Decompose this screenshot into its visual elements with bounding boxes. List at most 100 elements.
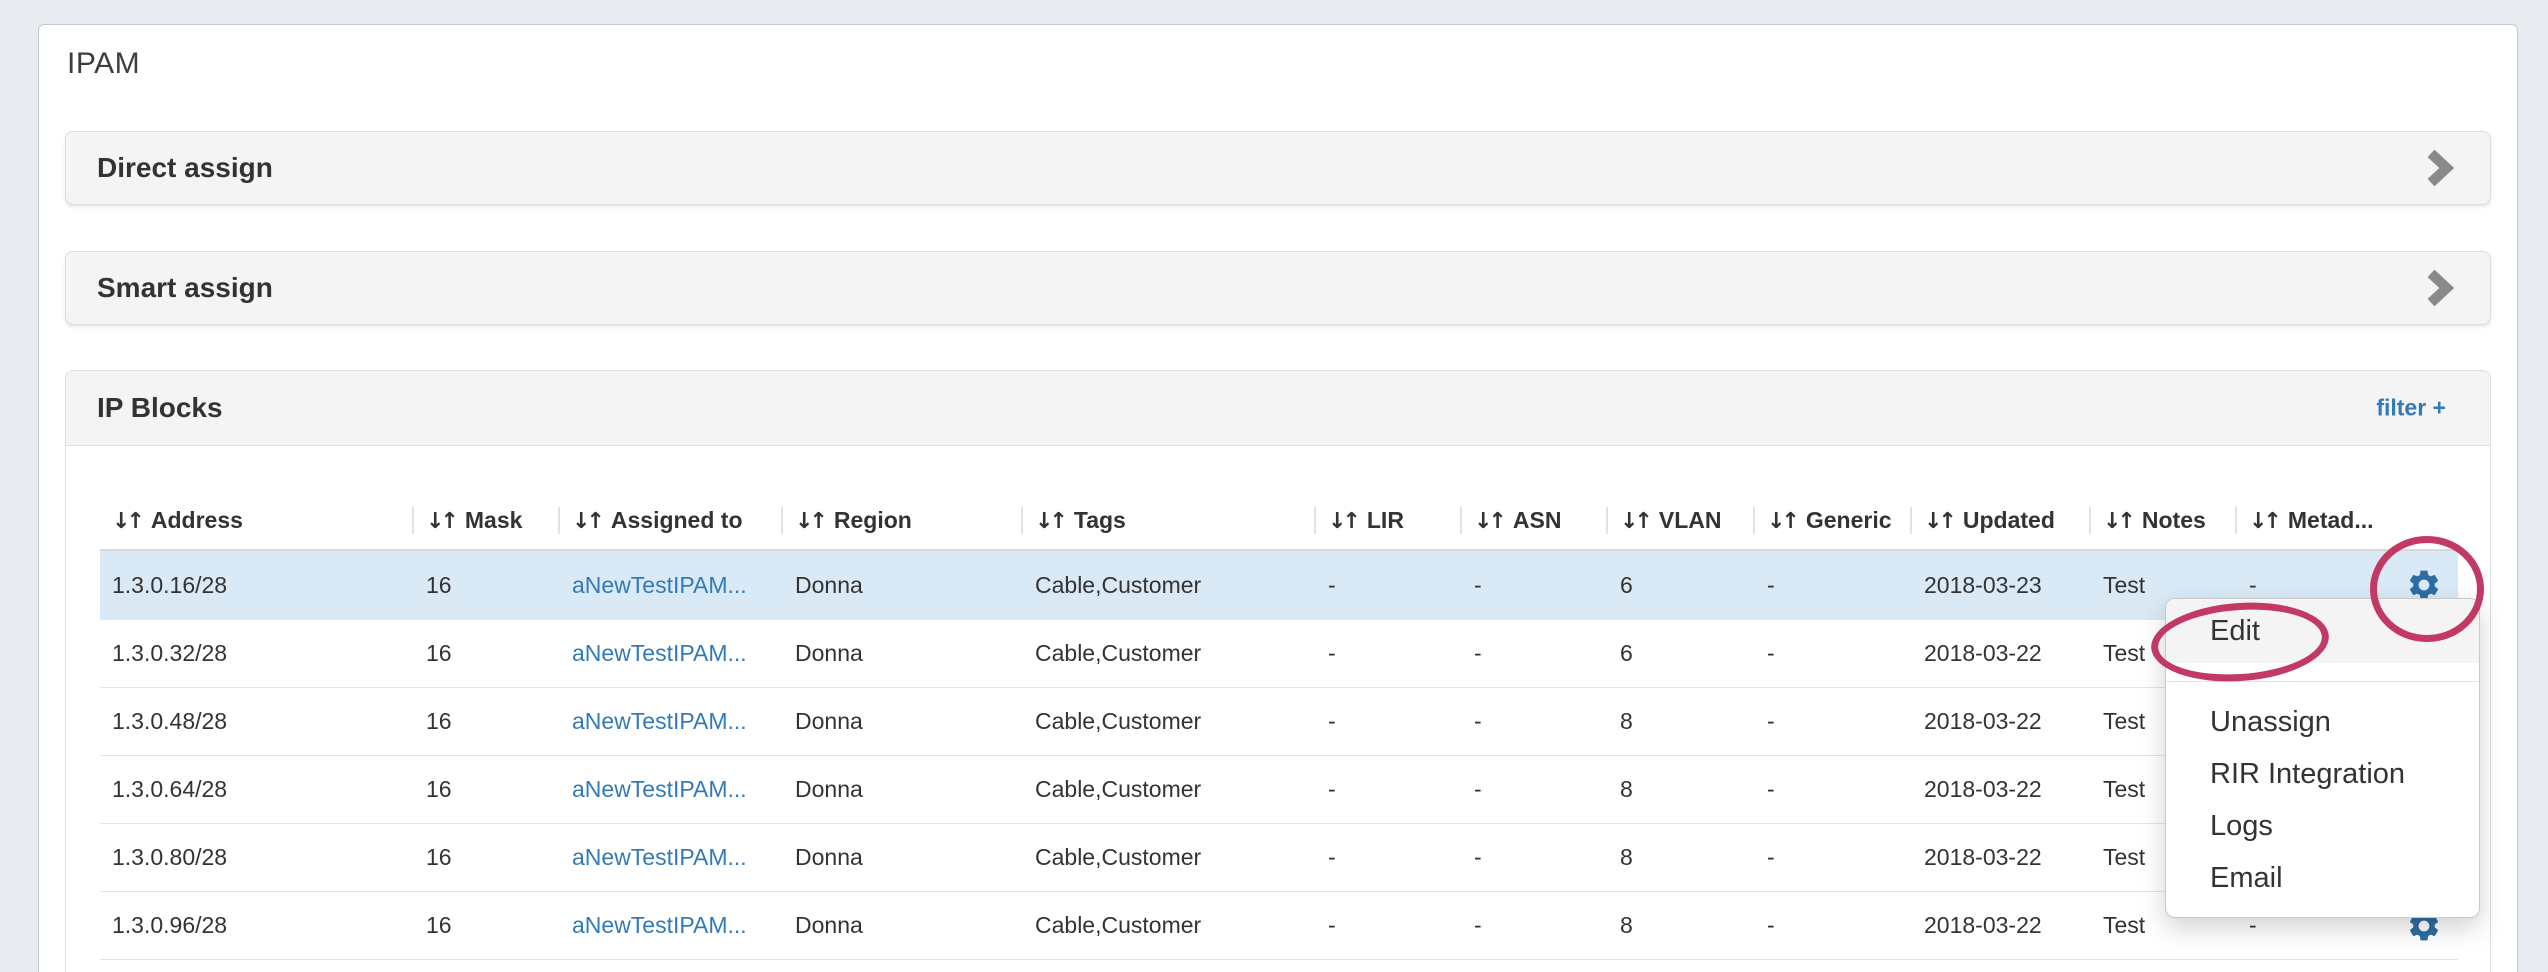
- sort-icon: ↓↑: [1620, 509, 1649, 534]
- table-row[interactable]: 1.3.0.80/28 16 aNewTestIPAM... Donna Cab…: [100, 823, 2458, 891]
- column-header-metadata[interactable]: ↓↑Metad...: [2235, 507, 2390, 534]
- cell-lir: -: [1314, 912, 1460, 939]
- direct-assign-label: Direct assign: [97, 152, 273, 184]
- assigned-to-link[interactable]: aNewTestIPAM...: [572, 572, 747, 598]
- cell-mask: 16: [412, 640, 558, 667]
- table-row[interactable]: 1.3.0.16/28 16 aNewTestIPAM... Donna Cab…: [100, 551, 2458, 619]
- cell-updated: 2018-03-22: [1910, 708, 2089, 735]
- cell-address: 1.3.0.48/28: [100, 708, 412, 735]
- column-header-address[interactable]: ↓↑Address: [100, 507, 412, 534]
- sort-icon: ↓↑: [2249, 509, 2278, 534]
- column-header-generic[interactable]: ↓↑Generic: [1753, 507, 1910, 534]
- menu-item-edit[interactable]: Edit: [2166, 599, 2479, 663]
- cell-tags: Cable,Customer: [1021, 640, 1314, 667]
- cell-region: Donna: [781, 640, 1021, 667]
- cell-region: Donna: [781, 912, 1021, 939]
- ip-blocks-panel: IP Blocks filter + ↓↑Address ↓↑Mask ↓↑As…: [65, 370, 2491, 972]
- table-row[interactable]: 1.3.0.64/28 16 aNewTestIPAM... Donna Cab…: [100, 755, 2458, 823]
- cell-updated: 2018-03-23: [1910, 572, 2089, 599]
- cell-lir: -: [1314, 776, 1460, 803]
- sort-icon: ↓↑: [572, 509, 601, 534]
- content-card: IPAM Direct assign Smart assign IP Block…: [38, 24, 2518, 972]
- cell-asn: -: [1460, 572, 1606, 599]
- column-header-notes[interactable]: ↓↑Notes: [2089, 507, 2235, 534]
- menu-item-logs[interactable]: Logs: [2166, 800, 2479, 852]
- assigned-to-link[interactable]: aNewTestIPAM...: [572, 844, 747, 870]
- sort-icon: ↓↑: [795, 509, 824, 534]
- sort-icon: ↓↑: [426, 509, 455, 534]
- cell-lir: -: [1314, 844, 1460, 871]
- assigned-to-link[interactable]: aNewTestIPAM...: [572, 776, 747, 802]
- cell-updated: 2018-03-22: [1910, 912, 2089, 939]
- chevron-right-icon: [2426, 270, 2454, 306]
- cell-generic: -: [1753, 912, 1910, 939]
- sort-icon: ↓↑: [1767, 509, 1796, 534]
- cell-address: 1.3.0.16/28: [100, 572, 412, 599]
- column-header-mask[interactable]: ↓↑Mask: [412, 507, 558, 534]
- menu-item-rir-integration[interactable]: RIR Integration: [2166, 748, 2479, 800]
- cell-metadata: -: [2235, 572, 2390, 599]
- column-header-tags[interactable]: ↓↑Tags: [1021, 507, 1314, 534]
- column-header-assigned-to[interactable]: ↓↑Assigned to: [558, 507, 781, 534]
- cell-asn: -: [1460, 776, 1606, 803]
- cell-updated: 2018-03-22: [1910, 776, 2089, 803]
- table-header-row: ↓↑Address ↓↑Mask ↓↑Assigned to ↓↑Region …: [100, 491, 2458, 551]
- cell-vlan: 8: [1606, 912, 1753, 939]
- cell-address: 1.3.0.80/28: [100, 844, 412, 871]
- filter-toggle-link[interactable]: filter +: [2376, 395, 2446, 422]
- row-actions-dropdown-menu: Edit Unassign RIR Integration Logs Email: [2165, 598, 2480, 918]
- cell-address: 1.3.0.64/28: [100, 776, 412, 803]
- sort-icon: ↓↑: [112, 509, 141, 534]
- page: { "page": { "title": "IPAM" }, "panels":…: [0, 0, 2548, 972]
- cell-mask: 16: [412, 844, 558, 871]
- assigned-to-link[interactable]: aNewTestIPAM...: [572, 912, 747, 938]
- column-header-lir[interactable]: ↓↑LIR: [1314, 507, 1460, 534]
- sort-icon: ↓↑: [1328, 509, 1357, 534]
- cell-vlan: 8: [1606, 776, 1753, 803]
- smart-assign-panel[interactable]: Smart assign: [65, 251, 2491, 325]
- column-header-asn[interactable]: ↓↑ASN: [1460, 507, 1606, 534]
- table-row[interactable]: 1.3.0.48/28 16 aNewTestIPAM... Donna Cab…: [100, 687, 2458, 755]
- cell-tags: Cable,Customer: [1021, 776, 1314, 803]
- column-header-vlan[interactable]: ↓↑VLAN: [1606, 507, 1753, 534]
- cell-generic: -: [1753, 844, 1910, 871]
- cell-vlan: 6: [1606, 640, 1753, 667]
- menu-group: Unassign RIR Integration Logs Email: [2166, 682, 2479, 904]
- cell-vlan: 6: [1606, 572, 1753, 599]
- sort-icon: ↓↑: [2103, 509, 2132, 534]
- cell-updated: 2018-03-22: [1910, 844, 2089, 871]
- cell-asn: -: [1460, 912, 1606, 939]
- column-header-region[interactable]: ↓↑Region: [781, 507, 1021, 534]
- assigned-to-link[interactable]: aNewTestIPAM...: [572, 708, 747, 734]
- cell-vlan: 8: [1606, 708, 1753, 735]
- column-header-updated[interactable]: ↓↑Updated: [1910, 507, 2089, 534]
- cell-region: Donna: [781, 572, 1021, 599]
- cell-lir: -: [1314, 708, 1460, 735]
- cell-mask: 16: [412, 572, 558, 599]
- chevron-right-icon: [2426, 150, 2454, 186]
- cell-lir: -: [1314, 640, 1460, 667]
- cell-updated: 2018-03-22: [1910, 640, 2089, 667]
- cell-mask: 16: [412, 708, 558, 735]
- table-row[interactable]: 1.3.0.96/28 16 aNewTestIPAM... Donna Cab…: [100, 891, 2458, 959]
- menu-item-unassign[interactable]: Unassign: [2166, 696, 2479, 748]
- cell-vlan: 8: [1606, 844, 1753, 871]
- smart-assign-label: Smart assign: [97, 272, 273, 304]
- sort-icon: ↓↑: [1035, 509, 1064, 534]
- cell-tags: Cable,Customer: [1021, 912, 1314, 939]
- ip-blocks-table: ↓↑Address ↓↑Mask ↓↑Assigned to ↓↑Region …: [100, 491, 2458, 960]
- cell-notes: Test: [2089, 572, 2235, 599]
- cell-tags: Cable,Customer: [1021, 844, 1314, 871]
- direct-assign-panel[interactable]: Direct assign: [65, 131, 2491, 205]
- cell-region: Donna: [781, 844, 1021, 871]
- assigned-to-link[interactable]: aNewTestIPAM...: [572, 640, 747, 666]
- cell-generic: -: [1753, 776, 1910, 803]
- cell-mask: 16: [412, 912, 558, 939]
- cell-tags: Cable,Customer: [1021, 572, 1314, 599]
- table-body: 1.3.0.16/28 16 aNewTestIPAM... Donna Cab…: [100, 551, 2458, 960]
- page-title: IPAM: [67, 47, 140, 81]
- cell-asn: -: [1460, 844, 1606, 871]
- cell-generic: -: [1753, 572, 1910, 599]
- table-row[interactable]: 1.3.0.32/28 16 aNewTestIPAM... Donna Cab…: [100, 619, 2458, 687]
- menu-item-email[interactable]: Email: [2166, 852, 2479, 904]
